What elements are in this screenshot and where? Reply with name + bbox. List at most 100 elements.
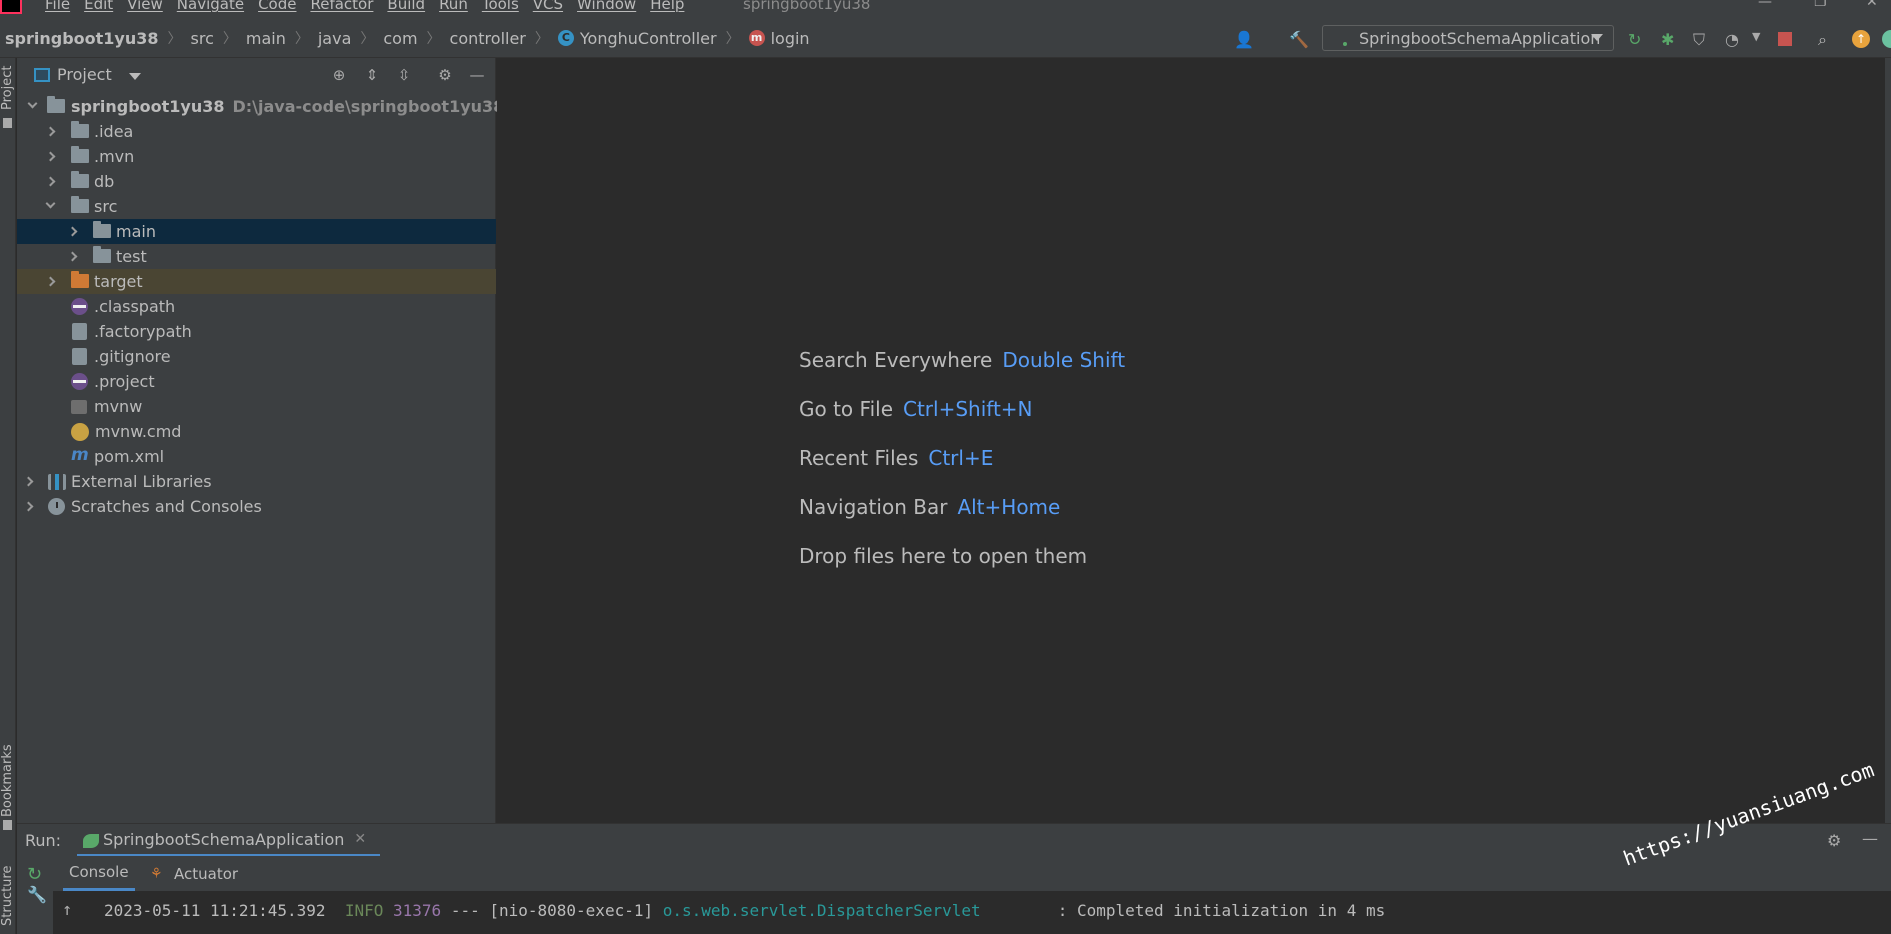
tree-item-label: .classpath <box>94 297 176 316</box>
menu-tools[interactable]: Tools <box>482 0 519 13</box>
scroll-up-icon[interactable]: ↑ <box>62 900 72 920</box>
tree-item-label: target <box>94 272 143 291</box>
tree-item-external-libraries[interactable]: External Libraries <box>17 469 496 494</box>
tree-item-idea[interactable]: .idea <box>17 119 496 144</box>
project-tool-icon <box>3 118 12 128</box>
tab-project[interactable]: Project <box>0 60 16 116</box>
run-configuration-select[interactable]: SpringbootSchemaApplication <box>1322 25 1614 51</box>
rerun-icon[interactable]: ↻ <box>1628 30 1646 49</box>
tree-item-main[interactable]: main <box>17 219 496 244</box>
collapse-all-icon[interactable]: ⇳ <box>396 67 412 83</box>
gitignore-file-icon <box>72 348 87 365</box>
actuator-icon: ⚘ <box>150 866 163 882</box>
gear-icon[interactable]: ⚙ <box>437 67 453 83</box>
tree-item-mvn[interactable]: .mvn <box>17 144 496 169</box>
tab-bookmarks[interactable]: Bookmarks <box>0 740 16 822</box>
editor-area[interactable] <box>497 58 1891 823</box>
chevron-right-icon[interactable] <box>67 226 78 237</box>
search-icon[interactable]: ⌕ <box>1818 30 1836 49</box>
breadcrumb-controller[interactable]: controller <box>450 29 526 48</box>
close-tab-icon[interactable]: ✕ <box>354 831 366 847</box>
chevron-right-icon[interactable] <box>23 476 34 487</box>
breadcrumb: springboot1yu38 〉 src 〉 main 〉 java 〉 com 〉 c… <box>5 28 810 48</box>
build-hammer-icon[interactable]: 🔨 <box>1289 30 1309 49</box>
tab-actuator[interactable]: Actuator <box>174 856 238 891</box>
gear-icon[interactable]: ⚙ <box>1827 831 1841 850</box>
chevron-down-icon[interactable] <box>129 73 141 80</box>
run-tab[interactable]: SpringbootSchemaApplication ✕ <box>77 824 380 857</box>
maximize-icon[interactable]: ❐ <box>1814 0 1827 10</box>
chevron-right-icon[interactable] <box>45 176 56 187</box>
user-icon[interactable]: 👤 <box>1234 30 1254 49</box>
wrench-icon[interactable]: 🔧 <box>27 885 47 904</box>
menu-run[interactable]: Run <box>439 0 468 13</box>
minimize-icon[interactable]: — <box>1758 0 1772 10</box>
tree-item-mvnw-cmd[interactable]: mvnw.cmd <box>17 419 496 444</box>
tree-item-test[interactable]: test <box>17 244 496 269</box>
menu-refactor[interactable]: Refactor <box>310 0 373 13</box>
tree-item-root[interactable]: springboot1yu38 D:\java-code\springboot1y… <box>17 94 504 119</box>
empty-editor-hints: Search Everywhere Double Shift Go to File… <box>799 348 1125 593</box>
tree-item-label: src <box>94 197 118 216</box>
tree-item-label: mvnw.cmd <box>95 422 182 441</box>
tree-item-src[interactable]: src <box>17 194 496 219</box>
excluded-folder-icon <box>71 271 89 288</box>
menu-code[interactable]: Code <box>258 0 296 13</box>
tree-item-gitignore[interactable]: .gitignore <box>17 344 496 369</box>
tree-item-classpath[interactable]: .classpath <box>17 294 496 319</box>
breadcrumb-main[interactable]: main <box>246 29 286 48</box>
breadcrumb-src[interactable]: src <box>191 29 214 48</box>
eclipse-file-icon <box>71 298 88 315</box>
debug-bug-icon[interactable]: ✱ <box>1661 30 1679 49</box>
tree-item-label: mvnw <box>94 397 143 416</box>
project-panel-title[interactable]: Project <box>57 65 112 84</box>
chevron-down-icon[interactable] <box>45 198 56 209</box>
project-panel: Project ⊕ ⇕ ⇳ ⚙ — springboot1yu38 D:\java… <box>17 58 504 823</box>
chevron-right-icon[interactable] <box>67 251 78 262</box>
tree-item-scratches[interactable]: Scratches and Consoles <box>17 494 496 519</box>
chevron-down-icon[interactable] <box>27 98 38 109</box>
intellij-logo-icon[interactable] <box>0 0 22 14</box>
hide-panel-icon[interactable]: — <box>1862 829 1878 848</box>
tree-item-mvnw[interactable]: mvnw <box>17 394 496 419</box>
expand-all-icon[interactable]: ⇕ <box>364 67 380 83</box>
log-thread: --- [nio-8080-exec-1] <box>450 901 654 920</box>
breadcrumb-method[interactable]: login <box>771 29 810 48</box>
project-panel-header: Project ⊕ ⇕ ⇳ ⚙ — <box>17 58 496 92</box>
breadcrumb-java[interactable]: java <box>318 29 352 48</box>
menu-file[interactable]: File <box>45 0 70 13</box>
tab-console[interactable]: Console <box>63 856 135 891</box>
tree-item-target[interactable]: target <box>17 269 496 294</box>
tree-item-db[interactable]: db <box>17 169 496 194</box>
rerun-icon[interactable]: ↻ <box>27 864 42 885</box>
menu-window[interactable]: Window <box>577 0 636 13</box>
menu-view[interactable]: View <box>127 0 163 13</box>
menu-edit[interactable]: Edit <box>84 0 113 13</box>
profile-icon[interactable]: ◔ <box>1725 30 1743 49</box>
breadcrumb-class[interactable]: YonghuController <box>580 29 717 48</box>
breadcrumb-project[interactable]: springboot1yu38 <box>5 29 159 48</box>
tree-item-label: pom.xml <box>94 447 165 466</box>
breadcrumb-com[interactable]: com <box>383 29 417 48</box>
menu-vcs[interactable]: VCS <box>533 0 563 13</box>
tree-item-factorypath[interactable]: .factorypath <box>17 319 496 344</box>
profile-dropdown-icon[interactable]: ▼ <box>1752 30 1770 48</box>
tree-item-pom[interactable]: m pom.xml <box>17 444 496 469</box>
tab-structure[interactable]: Structure <box>0 858 16 934</box>
tree-item-project[interactable]: .project <box>17 369 496 394</box>
menu-navigate[interactable]: Navigate <box>177 0 244 13</box>
chevron-right-icon[interactable] <box>45 151 56 162</box>
close-icon[interactable]: ✕ <box>1866 0 1878 10</box>
menu-help[interactable]: Help <box>650 0 684 13</box>
update-icon[interactable]: ↑ <box>1852 30 1870 48</box>
chevron-right-icon[interactable] <box>45 126 56 137</box>
locate-target-icon[interactable]: ⊕ <box>331 67 347 83</box>
hide-panel-icon[interactable]: — <box>469 67 485 83</box>
chevron-right-icon[interactable] <box>23 501 34 512</box>
chevron-right-icon[interactable] <box>45 276 56 287</box>
plugin-icon[interactable] <box>1882 30 1891 48</box>
menu-build[interactable]: Build <box>387 0 425 13</box>
console-output[interactable]: 🔧 ↑ 2023-05-11 11:21:45.392 INFO 31376 -… <box>17 885 1891 934</box>
coverage-shield-icon[interactable]: ⛉ <box>1693 30 1711 49</box>
stop-icon[interactable] <box>1778 32 1792 46</box>
